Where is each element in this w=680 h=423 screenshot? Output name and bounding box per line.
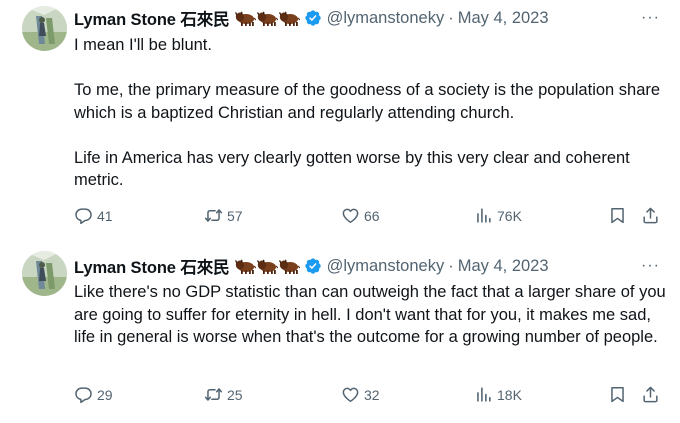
- bookmark-icon: [608, 385, 627, 404]
- views-button[interactable]: 18K: [474, 385, 522, 404]
- tweet-header: Lyman Stone 石來民 @lymanstoneky · May 4, 2…: [74, 6, 549, 30]
- like-button[interactable]: 32: [341, 385, 380, 404]
- reply-button[interactable]: 41: [74, 206, 113, 225]
- bookmark-button[interactable]: [608, 206, 631, 225]
- reply-count: 41: [97, 207, 113, 224]
- like-count: 32: [364, 386, 380, 403]
- verified-badge-icon[interactable]: [304, 257, 322, 275]
- repost-button[interactable]: 57: [204, 206, 243, 225]
- reply-button[interactable]: 29: [74, 385, 113, 404]
- views-count: 18K: [497, 386, 522, 403]
- tweet-text: I mean I'll be blunt. To me, the primary…: [74, 36, 661, 189]
- author-name[interactable]: Lyman Stone 石來民: [74, 254, 230, 278]
- bison-icon: [257, 259, 278, 274]
- author-handle[interactable]: @lymanstoneky: [327, 257, 445, 276]
- bookmark-button[interactable]: [608, 385, 631, 404]
- action-bar: 41 57 66 76K: [74, 206, 674, 228]
- repost-arrows-icon: [204, 385, 223, 404]
- tweet-header: Lyman Stone 石來民 @lymanstoneky · May 4, 2…: [74, 254, 549, 278]
- avatar[interactable]: [22, 251, 67, 296]
- heart-icon: [341, 206, 360, 225]
- speech-bubble-icon: [74, 206, 93, 225]
- bar-chart-icon: [474, 385, 493, 404]
- repost-button[interactable]: 25: [204, 385, 243, 404]
- tweet[interactable]: Lyman Stone 石來民 @lymanstoneky · May 4, 2…: [0, 246, 680, 423]
- share-button[interactable]: [641, 206, 664, 225]
- avatar-image: [22, 6, 67, 51]
- repost-count: 25: [227, 386, 243, 403]
- reply-count: 29: [97, 386, 113, 403]
- share-upload-icon: [641, 206, 660, 225]
- more-horizontal-icon[interactable]: ···: [641, 9, 660, 27]
- verified-badge-icon[interactable]: [304, 9, 322, 27]
- emoji-group: [235, 259, 301, 274]
- views-count: 76K: [497, 207, 522, 224]
- more-horizontal-icon[interactable]: ···: [641, 257, 660, 275]
- avatar[interactable]: [22, 6, 67, 51]
- bison-icon: [279, 259, 300, 274]
- repost-count: 57: [227, 207, 243, 224]
- separator: ·: [448, 8, 454, 27]
- bison-icon: [279, 11, 300, 26]
- tweet-date[interactable]: May 4, 2023: [458, 9, 549, 28]
- author-handle[interactable]: @lymanstoneky: [327, 9, 445, 28]
- share-upload-icon: [641, 385, 660, 404]
- bison-icon: [257, 11, 278, 26]
- bison-icon: [235, 259, 256, 274]
- bookmark-icon: [608, 206, 627, 225]
- separator: ·: [448, 256, 454, 275]
- like-count: 66: [364, 207, 380, 224]
- emoji-group: [235, 11, 301, 26]
- tweet-date[interactable]: May 4, 2023: [458, 257, 549, 276]
- like-button[interactable]: 66: [341, 206, 380, 225]
- author-name[interactable]: Lyman Stone 石來民: [74, 6, 230, 30]
- tweet[interactable]: Lyman Stone 石來民 @lymanstoneky · May 4, 2…: [0, 0, 680, 240]
- share-button[interactable]: [641, 385, 664, 404]
- tweet-text: Like there's no GDP statistic than can o…: [74, 283, 671, 346]
- avatar-image: [22, 251, 67, 296]
- views-button[interactable]: 76K: [474, 206, 522, 225]
- action-bar: 29 25 32 18K: [74, 385, 674, 407]
- bar-chart-icon: [474, 206, 493, 225]
- heart-icon: [341, 385, 360, 404]
- repost-arrows-icon: [204, 206, 223, 225]
- bison-icon: [235, 11, 256, 26]
- speech-bubble-icon: [74, 385, 93, 404]
